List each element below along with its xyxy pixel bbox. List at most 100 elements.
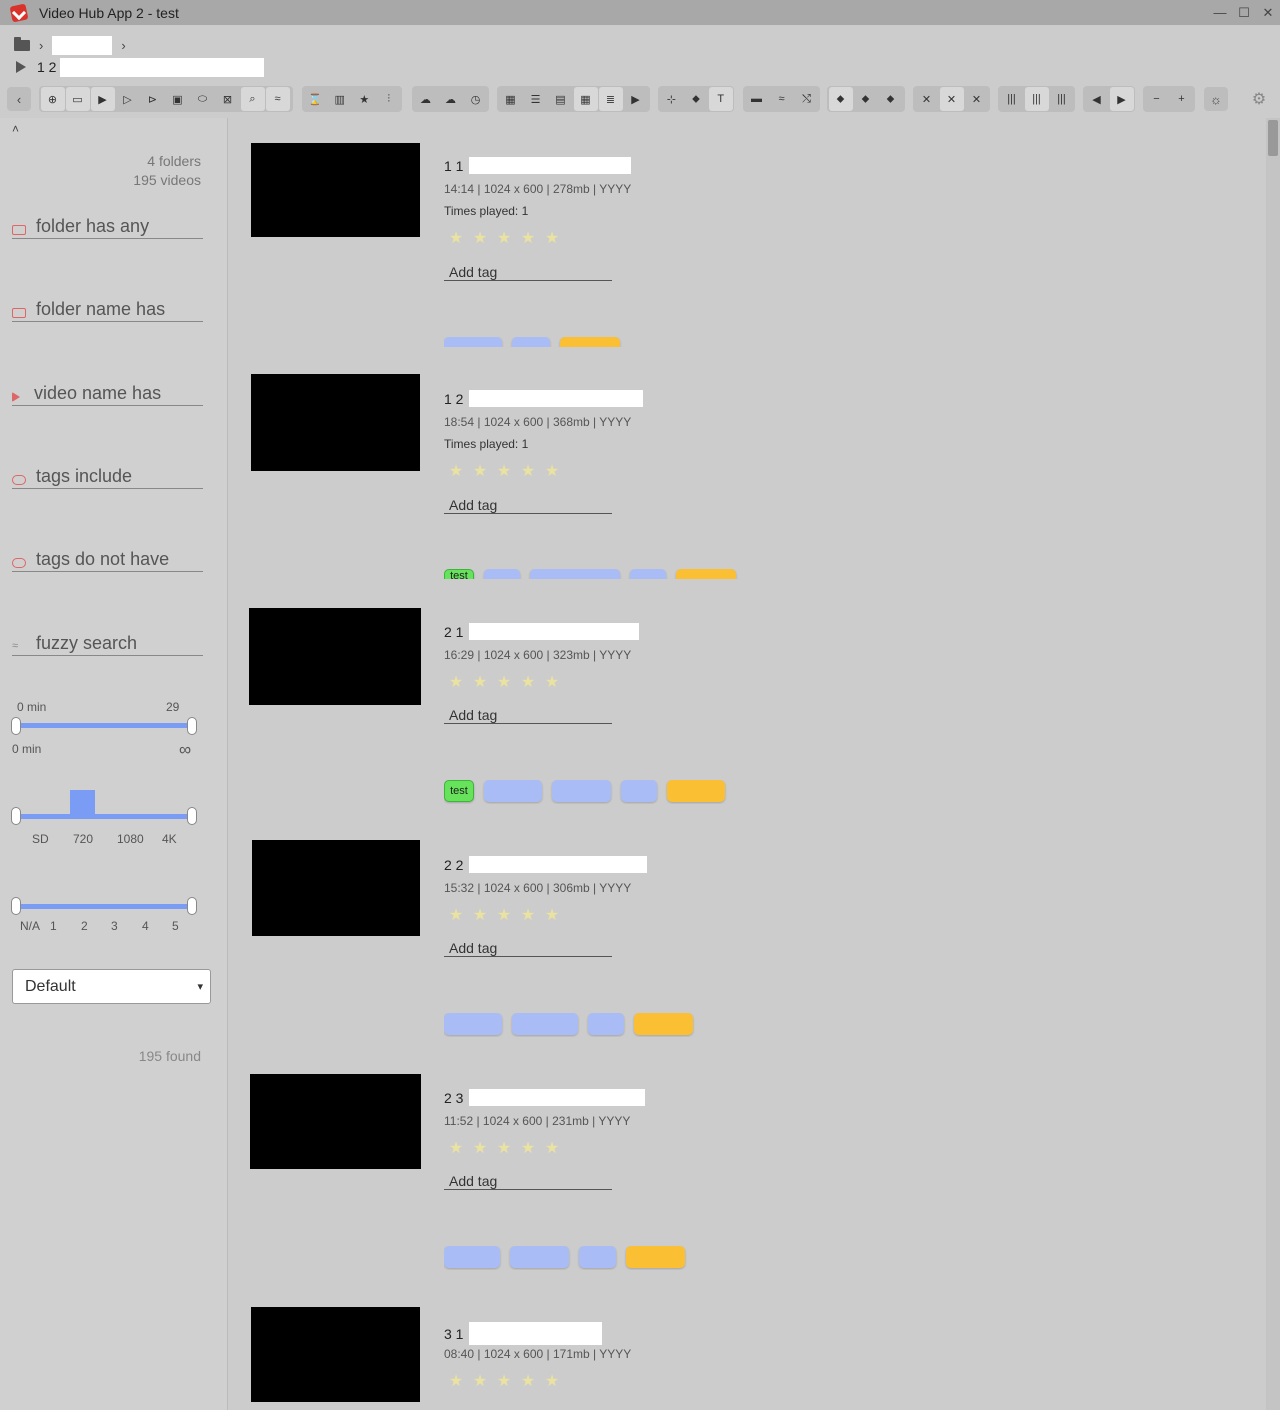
filmstrip-view-icon[interactable]: ▤ bbox=[549, 87, 573, 111]
scrollbar[interactable] bbox=[1266, 118, 1280, 1410]
tag-chip[interactable] bbox=[634, 1013, 693, 1035]
star-icon[interactable]: ★ bbox=[353, 87, 377, 111]
star-icon[interactable]: ★ bbox=[540, 1138, 564, 1158]
video-thumbnail[interactable] bbox=[249, 608, 421, 705]
cloud-upload-icon[interactable]: ☁ bbox=[439, 87, 463, 111]
resolution-slider-min-handle[interactable] bbox=[11, 807, 21, 825]
tag-chip[interactable]: test bbox=[444, 569, 474, 579]
toolbar-button[interactable]: ▣ bbox=[166, 87, 190, 111]
tag-chip[interactable] bbox=[484, 569, 520, 579]
toolbar-button[interactable]: ⊠ bbox=[216, 87, 240, 111]
sort-order-select[interactable]: Default ▾ bbox=[12, 969, 211, 1004]
star-icon[interactable]: ★ bbox=[516, 672, 540, 692]
tag-chip[interactable] bbox=[626, 1246, 685, 1268]
star-icon[interactable]: ★ bbox=[444, 1371, 468, 1391]
star-icon[interactable]: ★ bbox=[492, 672, 516, 692]
add-tag-input[interactable]: Add tag bbox=[444, 264, 612, 281]
star-icon[interactable]: ★ bbox=[516, 228, 540, 248]
star-icon[interactable]: ★ bbox=[468, 1138, 492, 1158]
shuffle-icon[interactable]: ⤭ bbox=[795, 87, 819, 111]
rating-slider-max-handle[interactable] bbox=[187, 897, 197, 915]
tag-chip[interactable] bbox=[552, 780, 611, 802]
star-icon[interactable]: ★ bbox=[540, 1371, 564, 1391]
tag-chip[interactable] bbox=[579, 1246, 616, 1268]
star-rating[interactable]: ★ ★ ★ ★ ★ bbox=[444, 672, 564, 692]
filter-tags-do-not-have[interactable]: tags do not have bbox=[12, 548, 203, 572]
tag-add-icon[interactable]: ⬥ bbox=[854, 87, 878, 111]
filter-folder-name-has[interactable]: folder name has bbox=[12, 298, 203, 322]
resolution-slider-max-handle[interactable] bbox=[187, 807, 197, 825]
folder-icon[interactable]: ▬ bbox=[745, 87, 769, 111]
video-title[interactable]: 1 1 bbox=[444, 157, 632, 174]
play-icon[interactable]: ▶ bbox=[1109, 87, 1134, 111]
star-icon[interactable]: ★ bbox=[444, 905, 468, 925]
duration-slider[interactable] bbox=[16, 723, 192, 728]
video-thumbnail[interactable] bbox=[252, 840, 420, 936]
video-title[interactable]: 2 3 bbox=[444, 1089, 646, 1106]
wave-icon[interactable]: ≈ bbox=[770, 87, 794, 111]
toolbar-button[interactable]: ⊕ bbox=[40, 87, 65, 111]
star-icon[interactable]: ★ bbox=[444, 672, 468, 692]
star-icon[interactable]: ★ bbox=[444, 461, 468, 481]
cloud-icon[interactable]: ☁ bbox=[414, 87, 438, 111]
duration-slider-max-handle[interactable] bbox=[187, 717, 197, 735]
tag-chip[interactable] bbox=[512, 337, 550, 347]
resolution-icon[interactable]: ▥ bbox=[328, 87, 352, 111]
video-title[interactable]: 1 2 bbox=[444, 390, 644, 407]
text-icon[interactable]: T bbox=[708, 87, 733, 111]
toolbar-button[interactable]: ⊳ bbox=[141, 87, 165, 111]
play-view-icon[interactable]: ▶ bbox=[624, 87, 648, 111]
star-icon[interactable]: ★ bbox=[468, 905, 492, 925]
tag-chip[interactable] bbox=[512, 1013, 578, 1035]
rating-slider-min-handle[interactable] bbox=[11, 897, 21, 915]
filter-video-name-has[interactable]: video name has bbox=[12, 382, 203, 406]
tag-chip[interactable] bbox=[621, 780, 657, 802]
back-button[interactable]: ‹ bbox=[7, 87, 31, 111]
add-tag-input[interactable]: Add tag bbox=[444, 940, 612, 957]
resolution-slider[interactable] bbox=[16, 814, 192, 819]
tag-chip[interactable] bbox=[484, 780, 542, 802]
tag-chip[interactable] bbox=[444, 337, 502, 347]
star-icon[interactable]: ★ bbox=[468, 672, 492, 692]
video-thumbnail[interactable] bbox=[251, 143, 420, 237]
star-icon[interactable]: ★ bbox=[516, 461, 540, 481]
star-icon[interactable]: ★ bbox=[516, 1371, 540, 1391]
clock-icon[interactable]: ◷ bbox=[464, 87, 488, 111]
star-icon[interactable]: ★ bbox=[468, 228, 492, 248]
zoom-in-icon[interactable]: + bbox=[1170, 87, 1194, 111]
gear-icon[interactable]: ⚙ bbox=[1248, 88, 1270, 110]
tag-chip[interactable] bbox=[560, 337, 620, 347]
tag-icon[interactable]: ⬥ bbox=[684, 87, 708, 111]
star-icon[interactable]: ★ bbox=[540, 672, 564, 692]
add-tag-input[interactable]: Add tag bbox=[444, 1173, 612, 1190]
minimize-button[interactable]: — bbox=[1208, 0, 1232, 25]
volume-icon[interactable]: ◀ bbox=[1085, 87, 1109, 111]
tag-chip[interactable] bbox=[588, 1013, 624, 1035]
tag-chip[interactable] bbox=[444, 1013, 502, 1035]
close-button[interactable]: ✕ bbox=[1256, 0, 1280, 25]
tag-chip[interactable] bbox=[530, 569, 620, 579]
tag-icon[interactable]: ⬥ bbox=[828, 87, 853, 111]
star-rating[interactable]: ★ ★ ★ ★ ★ bbox=[444, 905, 564, 925]
rating-slider[interactable] bbox=[16, 904, 192, 909]
star-icon[interactable]: ★ bbox=[468, 461, 492, 481]
duration-icon[interactable]: ⌛ bbox=[304, 87, 328, 111]
grid-view-icon[interactable]: ▦ bbox=[499, 87, 523, 111]
scrollbar-thumb[interactable] bbox=[1268, 120, 1278, 156]
star-icon[interactable]: ★ bbox=[444, 1138, 468, 1158]
text-view-icon[interactable]: ≣ bbox=[598, 87, 623, 111]
star-icon[interactable]: ★ bbox=[468, 1371, 492, 1391]
filter-folder-has-any[interactable]: folder has any bbox=[12, 215, 203, 239]
tool-off-icon[interactable]: ✕ bbox=[965, 87, 989, 111]
filter-fuzzy-search[interactable]: ≈ fuzzy search bbox=[12, 632, 203, 656]
tag-chip[interactable] bbox=[676, 569, 736, 579]
details-view-icon[interactable]: ▦ bbox=[573, 87, 598, 111]
add-tag-input[interactable]: Add tag bbox=[444, 497, 612, 514]
star-icon[interactable]: ★ bbox=[516, 905, 540, 925]
wrench-icon[interactable]: ✕ bbox=[939, 87, 964, 111]
star-icon[interactable]: ★ bbox=[540, 905, 564, 925]
tag-chip[interactable] bbox=[444, 1246, 500, 1268]
video-thumbnail[interactable] bbox=[251, 1307, 420, 1402]
star-rating[interactable]: ★ ★ ★ ★ ★ bbox=[444, 1371, 564, 1391]
tag-chip[interactable]: test bbox=[444, 780, 474, 802]
